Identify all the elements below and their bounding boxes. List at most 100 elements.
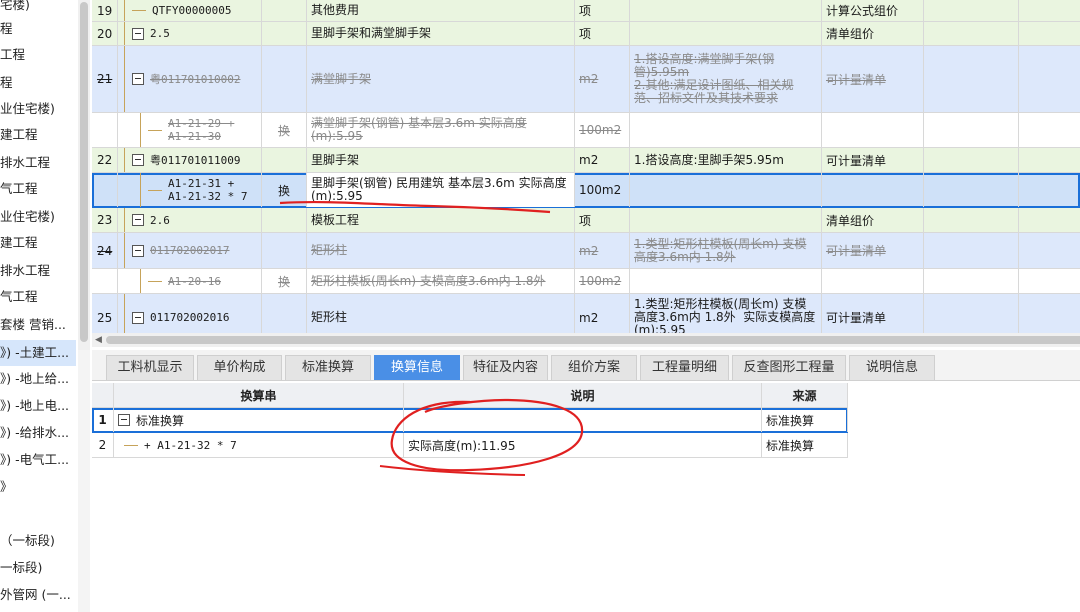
collapse-icon[interactable]: [132, 154, 144, 166]
table-row[interactable]: 21 粤011701010002 满堂脚手架 m2 1.搭设高度:满堂脚手架(钢管)5.…: [92, 46, 1080, 113]
table-row[interactable]: A1-20-16 换 矩形柱模板(周长m) 支模高度3.6m内 1.8外 100m2: [92, 269, 1080, 294]
row-number: [92, 173, 118, 207]
sidebar-item[interactable]: （一标段): [0, 528, 76, 554]
collapse-icon[interactable]: [132, 73, 144, 85]
collapse-icon[interactable]: [132, 244, 144, 257]
collapse-icon[interactable]: [132, 27, 144, 40]
tab-6[interactable]: 组价方案: [551, 355, 637, 380]
sidebar-item[interactable]: 排水工程: [0, 150, 76, 176]
bill-type-text: 清单组价: [826, 213, 875, 228]
conversion-flag-text[interactable]: 换: [278, 182, 290, 199]
tree-line: [124, 208, 125, 232]
conversion-string-text: 标准换算: [136, 413, 185, 428]
table-row[interactable]: 19 QTFY00000005 其他费用 项 计算公式组价: [92, 0, 1080, 22]
code-text: QTFY00000005: [152, 4, 232, 17]
feature-cell: [630, 173, 822, 207]
feature-cell: [630, 208, 822, 232]
sidebar-item[interactable]: 建工程: [0, 122, 76, 148]
row-index: 2: [92, 433, 114, 457]
table-row[interactable]: 23 2.6 模板工程 项 清单组价: [92, 208, 1080, 233]
sidebar-item[interactable]: 》) -给排水...: [0, 420, 76, 446]
sidebar-item[interactable]: [0, 501, 76, 527]
unit-text: 项: [579, 27, 592, 41]
sidebar-item[interactable]: 气工程: [0, 176, 76, 202]
bill-type-cell: 清单组价: [822, 22, 924, 45]
item-name-text: 里脚手架(钢管) 民用建筑 基本层3.6m 实际高度(m):5.95: [311, 176, 567, 203]
sidebar-item[interactable]: 》) -地上电...: [0, 393, 76, 419]
sidebar-item[interactable]: 一标段): [0, 555, 76, 581]
scrollbar-thumb[interactable]: [106, 336, 1080, 344]
sidebar-item[interactable]: 》) -地上给...: [0, 366, 76, 392]
collapse-icon[interactable]: [118, 414, 130, 426]
table-row[interactable]: A1-21-29 + A1-21-30 换 满堂脚手架(钢管) 基本层3.6m 实际…: [92, 113, 1080, 148]
bill-type-cell: [822, 173, 924, 207]
tab-3[interactable]: 标准换算: [285, 355, 371, 380]
conversion-flag-text[interactable]: 换: [278, 273, 290, 290]
sidebar-item[interactable]: 套楼 营销...: [0, 312, 76, 338]
table-row[interactable]: 22 粤011701011009 里脚手架 m2 1.搭设高度:里脚手架5.95m 可计量…: [92, 148, 1080, 173]
extra-cell: [924, 46, 1019, 112]
table-row[interactable]: 25 011702002016 矩形柱 m2 1.类型:矩形柱模板(周长m) 支模高度3…: [92, 294, 1080, 333]
code-cell: 011702002017: [118, 233, 262, 268]
sidebar-item[interactable]: 程: [0, 70, 76, 96]
unit-cell: 项: [575, 0, 630, 21]
extra-cell: [1019, 148, 1080, 172]
tab-9[interactable]: 说明信息: [849, 355, 935, 380]
tab-8[interactable]: 反查图形工程量: [732, 355, 846, 380]
table-row[interactable]: 24 011702002017 矩形柱 m2 1.类型:矩形柱模板(周长m) 支模高度3…: [92, 233, 1080, 269]
unit-cell: m2: [575, 294, 630, 333]
conversion-flag: [262, 233, 307, 268]
feature-cell: 1.类型:矩形柱模板(周长m) 支模高度3.6m内 1.8外: [630, 233, 822, 268]
code-cell: 011702002016: [118, 294, 262, 333]
sidebar-item[interactable]: 建工程: [0, 230, 76, 256]
tab-4[interactable]: 换算信息: [374, 355, 460, 380]
feature-cell: [630, 0, 822, 21]
tab-5[interactable]: 特征及内容: [463, 355, 548, 380]
unit-text: 100m2: [579, 183, 622, 197]
tree-line: [124, 233, 125, 268]
row-number: 23: [92, 208, 118, 232]
tab-2[interactable]: 单价构成: [197, 355, 282, 380]
item-name: 满堂脚手架: [307, 46, 575, 112]
table-row[interactable]: 2 + A1-21-32 * 7 实际高度(m):11.95 标准换算: [92, 433, 848, 458]
tab-1[interactable]: 工料机显示: [106, 355, 194, 380]
row-number-text: 22: [97, 153, 113, 167]
conversion-source: 标准换算: [762, 433, 848, 457]
table-row[interactable]: 20 2.5 里脚手架和满堂脚手架 项 清单组价: [92, 22, 1080, 46]
row-number: 25: [92, 294, 118, 333]
sidebar-item[interactable]: 程: [0, 16, 76, 42]
conversion-flag: [262, 0, 307, 21]
feature-cell: [630, 269, 822, 293]
table-row[interactable]: 1 标准换算 标准换算: [92, 408, 848, 433]
table-row[interactable]: A1-21-31 + A1-21-32 * 7 换 里脚手架(钢管) 民用建筑 基本…: [92, 173, 1080, 208]
grid-horizontal-scrollbar[interactable]: ◀: [92, 333, 1080, 347]
tree-branch: [148, 189, 162, 191]
item-name-text: 满堂脚手架: [311, 71, 372, 86]
sidebar-item[interactable]: 工程: [0, 42, 76, 68]
sidebar-item[interactable]: 》: [0, 474, 76, 500]
sidebar-item[interactable]: 气工程: [0, 284, 76, 310]
collapse-icon[interactable]: [132, 311, 144, 324]
sidebar-item[interactable]: 排水工程: [0, 258, 76, 284]
sidebar-scrollbar[interactable]: [78, 0, 90, 350]
sidebar-item[interactable]: 业住宅楼): [0, 96, 76, 122]
feature-cell: 1.搭设高度:满堂脚手架(钢管)5.95m 2.其他:满足设计图纸、相关规范、招…: [630, 46, 822, 112]
bill-type-cell: [822, 113, 924, 147]
sidebar-item[interactable]: 业住宅楼): [0, 204, 76, 230]
scroll-left-icon[interactable]: ◀: [95, 333, 102, 347]
extra-cell: [924, 173, 1019, 207]
feature-text: 1.类型:矩形柱模板(周长m) 支模高度3.6m内 1.8外 实际支模高度(m)…: [634, 297, 816, 334]
sidebar-item[interactable]: 》) -电气工...: [0, 447, 76, 473]
bill-type-text: 可计量清单: [826, 311, 887, 325]
row-number-text: 19: [97, 3, 113, 18]
sidebar-item[interactable]: 》) -土建工...: [0, 340, 76, 366]
extra-cell: [924, 22, 1019, 45]
scrollbar-thumb[interactable]: [80, 2, 88, 342]
row-number: 21: [92, 46, 118, 112]
collapse-icon[interactable]: [132, 214, 144, 226]
tab-7[interactable]: 工程量明细: [640, 355, 729, 380]
item-name: 矩形柱: [307, 233, 575, 268]
conversion-flag-text[interactable]: 换: [278, 122, 290, 139]
sidebar-item[interactable]: 外管网 (一...: [0, 582, 76, 608]
extra-cell: [1019, 0, 1080, 21]
